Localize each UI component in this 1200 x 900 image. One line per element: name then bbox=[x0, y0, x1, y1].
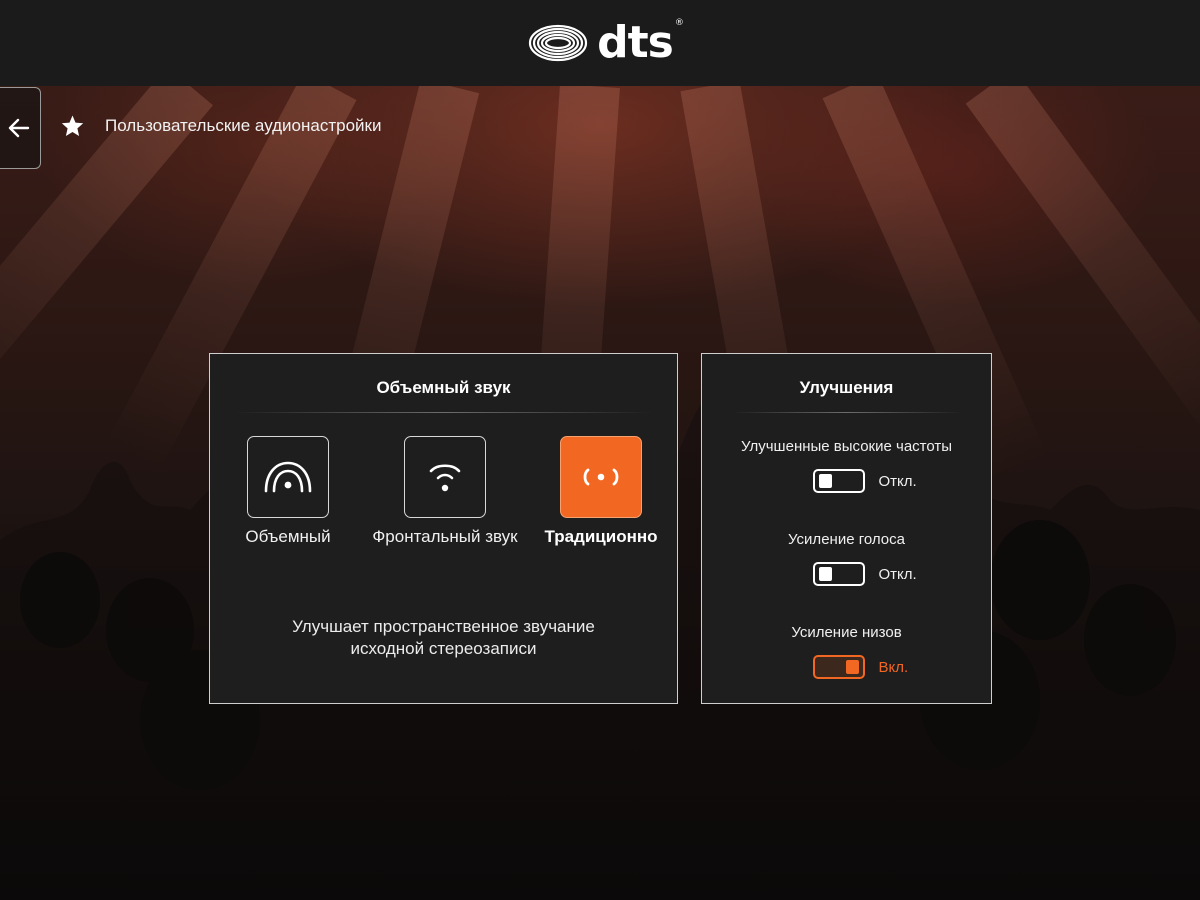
surround-panel: Объемный звук Объемный Фронтальный звук … bbox=[209, 353, 678, 704]
mode-surround-option[interactable]: Объемный bbox=[203, 436, 373, 547]
description-line-2: исходной стереозаписи bbox=[350, 639, 537, 658]
mode-surround-button[interactable] bbox=[247, 436, 329, 518]
front-wave-icon bbox=[429, 464, 461, 492]
mode-traditional-label: Традиционно bbox=[544, 527, 658, 546]
page-header: Пользовательские аудионастройки bbox=[60, 114, 381, 138]
divider bbox=[731, 412, 962, 413]
mode-front-option[interactable]: Фронтальный звук bbox=[360, 436, 530, 547]
mode-description: Улучшает пространственное звучание исход… bbox=[210, 616, 677, 660]
enh-bass-toggle[interactable] bbox=[812, 655, 865, 679]
description-line-1: Улучшает пространственное звучание bbox=[292, 617, 595, 636]
dts-logo: dts ® bbox=[527, 17, 684, 68]
enh-voice-state: Откл. bbox=[878, 565, 917, 583]
enh-bass-state: Вкл. bbox=[878, 658, 909, 676]
surround-mode-group: Объемный Фронтальный звук Традиционно bbox=[210, 436, 677, 556]
dts-logo-text: dts ® bbox=[597, 17, 684, 68]
enh-bass-label: Усиление низов bbox=[791, 624, 902, 641]
enhancements-panel: Улучшения Улучшенные высокие частоты Отк… bbox=[701, 353, 992, 704]
back-button[interactable] bbox=[0, 87, 41, 169]
enh-treble-item: Улучшенные высокие частоты Откл. bbox=[702, 438, 991, 493]
enh-voice-label: Усиление голоса bbox=[788, 531, 905, 548]
arrow-left-icon bbox=[8, 118, 30, 138]
enh-voice-item: Усиление голоса Откл. bbox=[702, 531, 991, 586]
divider bbox=[233, 412, 654, 413]
page-title: Пользовательские аудионастройки bbox=[105, 116, 382, 135]
mode-front-button[interactable] bbox=[404, 436, 486, 518]
enh-voice-toggle[interactable] bbox=[812, 562, 865, 586]
enhancements-title: Улучшения bbox=[799, 378, 894, 397]
dts-rings-icon bbox=[529, 24, 588, 62]
enh-treble-label: Улучшенные высокие частоты bbox=[740, 438, 953, 455]
mode-traditional-button[interactable] bbox=[560, 436, 642, 518]
surround-arc-icon bbox=[264, 461, 312, 493]
mode-front-label: Фронтальный звук bbox=[372, 527, 518, 546]
enh-bass-item: Усиление низов Вкл. bbox=[702, 624, 991, 679]
stereo-icon bbox=[583, 468, 619, 486]
enh-treble-state: Откл. bbox=[878, 472, 917, 490]
surround-title: Объемный звук bbox=[376, 378, 511, 397]
mode-surround-label: Объемный bbox=[245, 527, 331, 546]
top-bar: dts ® bbox=[0, 0, 1200, 86]
enh-treble-toggle[interactable] bbox=[812, 469, 865, 493]
mode-traditional-option[interactable]: Традиционно bbox=[516, 436, 686, 547]
star-icon bbox=[61, 115, 84, 136]
